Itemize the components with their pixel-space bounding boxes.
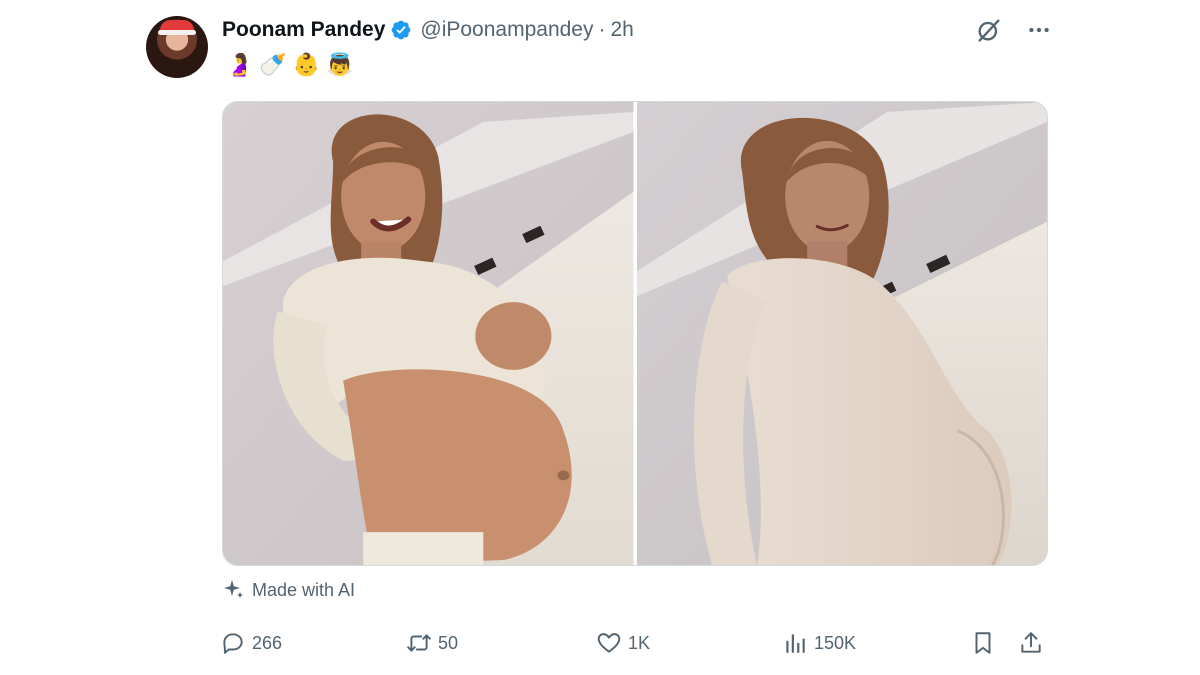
post-text: 🤰 🍼 👶 👼 [226, 50, 354, 80]
author-avatar[interactable] [146, 16, 208, 78]
views-button[interactable]: 150K [782, 627, 856, 659]
grok-icon[interactable] [974, 15, 1004, 45]
ai-generated-label[interactable]: Made with AI [222, 578, 355, 602]
baby-angel-emoji: 👼 [326, 52, 354, 77]
bookmark-icon [975, 632, 991, 654]
engagement-bar: 266 50 1K 150K [220, 627, 1050, 659]
more-options-icon[interactable] [1024, 15, 1054, 45]
post-top-actions [974, 15, 1054, 45]
media-grid [222, 101, 1048, 566]
reply-count: 266 [252, 632, 283, 653]
share-icon [1021, 632, 1041, 653]
post-header: Poonam Pandey @iPoonampandey · 2h [222, 15, 634, 45]
reply-icon [223, 633, 243, 654]
baby-emoji: 👶 [292, 52, 321, 77]
reply-button[interactable]: 266 [220, 627, 282, 659]
author-name[interactable]: Poonam Pandey [222, 18, 385, 42]
separator-dot: · [598, 18, 606, 41]
sparkle-icon [224, 580, 243, 598]
post-image-2[interactable] [636, 102, 1047, 565]
like-count: 1K [628, 632, 651, 653]
author-handle[interactable]: @iPoonampandey [420, 18, 593, 42]
heart-icon [597, 633, 621, 653]
post-image-1[interactable] [223, 102, 634, 565]
baby-bottle-emoji: 🍼 [259, 52, 287, 77]
verified-badge-icon[interactable] [390, 19, 412, 41]
post-timestamp[interactable]: 2h [611, 18, 634, 42]
repost-count: 50 [438, 632, 459, 653]
bookmark-button[interactable] [970, 627, 996, 659]
share-button[interactable] [1018, 627, 1044, 659]
ai-label-text: Made with AI [252, 579, 356, 600]
views-count: 150K [814, 632, 857, 653]
pregnant-woman-emoji: 🤰 [226, 52, 254, 77]
like-button[interactable]: 1K [596, 627, 650, 659]
views-chart-icon [786, 634, 805, 653]
avatar-santa-hat [158, 20, 196, 35]
repost-icon [407, 634, 431, 652]
repost-button[interactable]: 50 [406, 627, 458, 659]
